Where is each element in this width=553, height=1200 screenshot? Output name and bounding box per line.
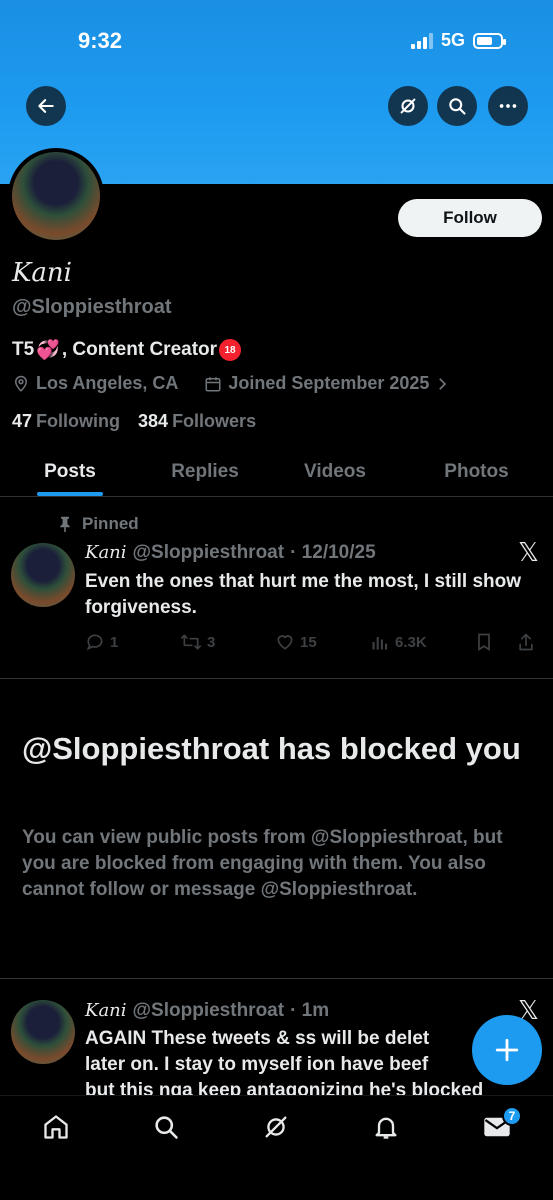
tweet-avatar[interactable] [11,543,75,607]
more-button[interactable] [488,86,528,126]
retweet-button[interactable]: 3 [180,632,275,652]
followers-label[interactable]: Followers [172,411,256,432]
search-icon [449,98,466,115]
tab-videos[interactable]: Videos [270,447,400,496]
grok-icon [265,1116,287,1138]
reply-count: 1 [110,633,119,651]
share-button[interactable] [517,632,535,652]
grok-tab[interactable] [260,1111,292,1143]
bio-prefix: T5 [12,339,35,360]
tweet-text: Even the ones that hurt me the most, I s… [85,571,522,618]
arrow-left-icon [38,99,54,113]
plus-icon [495,1038,519,1062]
profile-bio: T5 💞 , Content Creator 18 [12,338,242,362]
bookmark-button[interactable] [475,632,517,652]
following-count[interactable]: 47 [12,411,32,432]
tweet-avatar[interactable] [11,1000,75,1064]
like-count: 15 [300,633,317,651]
like-button[interactable]: 15 [275,632,370,652]
tweet-author-name[interactable]: Kani [85,542,127,563]
bell-icon [375,1117,397,1139]
search-tab[interactable] [150,1111,182,1143]
tab-posts[interactable]: Posts [0,447,140,496]
view-count: 6.3K [395,633,427,651]
messages-badge: 7 [502,1106,522,1126]
follow-button[interactable]: Follow [398,199,542,237]
tweet-text-line: but this nga keep antagonizing he's bloc… [85,1080,484,1095]
display-name: Kani [12,258,72,288]
divider [0,978,553,979]
more-icon [499,104,517,108]
divider [0,678,553,679]
compose-button[interactable] [472,1015,542,1085]
tweet-header: Kani @Sloppiesthroat · 12/10/25 [85,542,376,564]
tweet-author-handle[interactable]: @Sloppiesthroat [133,542,285,564]
search-button[interactable] [437,86,477,126]
home-icon [44,1115,68,1139]
x-logo-icon: 𝕏 [518,538,539,568]
no-under-18-emoji-icon: 18 [219,339,242,361]
signal-icon [410,32,433,49]
reply-button[interactable]: 1 [85,632,180,652]
share-icon [519,633,533,651]
profile-joined: Joined September 2025 [228,373,430,393]
followers-count[interactable]: 384 [138,411,168,432]
tweet-actions: 1 3 15 6.3K [85,632,545,652]
notifications-tab[interactable] [370,1111,402,1143]
home-tab[interactable] [40,1111,72,1143]
follow-stats: 47 Following 384 Followers [12,411,256,432]
pinned-indicator: Pinned [58,514,139,534]
battery-icon [473,32,506,49]
bio-suffix: , Content Creator [61,339,218,360]
bookmark-icon [478,633,490,652]
profile-avatar[interactable] [8,148,104,244]
blocked-title: @Sloppiesthroat has blocked you [22,731,521,766]
calendar-icon [205,376,221,391]
tab-replies[interactable]: Replies [140,447,270,496]
tweet-header: Kani @Sloppiesthroat · 1m [85,1000,329,1022]
profile-handle: @Sloppiesthroat [12,296,172,318]
hearts-emoji-icon: 💞 [36,340,60,361]
status-time: 9:32 [78,28,123,53]
status-indicators: 5G [410,30,506,51]
pinned-label: Pinned [82,514,139,533]
tweet-date: · 1m [290,1000,330,1021]
blocked-description: You can view public posts from @Sloppies… [22,827,503,900]
tweet-date: · 12/10/25 [290,542,376,563]
chevron-right-icon[interactable] [435,375,449,393]
back-button[interactable] [26,86,66,126]
reply-icon [86,634,103,651]
views-button[interactable]: 6.3K [370,632,475,652]
network-type: 5G [440,30,465,50]
pin-icon [60,516,70,532]
profile-meta: Los Angeles, CA Joined September 2025 [12,373,449,394]
profile-tabs: Posts Replies Videos Photos [0,447,553,497]
tab-photos[interactable]: Photos [400,447,553,496]
heart-icon [277,635,293,650]
tweet-author-handle[interactable]: @Sloppiesthroat [133,1000,285,1022]
grok-button[interactable] [388,86,428,126]
retweet-icon [180,634,201,650]
search-icon [155,1116,178,1139]
grok-icon [400,98,416,114]
following-label[interactable]: Following [36,411,120,432]
location-icon [14,375,28,392]
profile-location: Los Angeles, CA [36,373,179,393]
retweet-count: 3 [207,633,216,651]
views-chart-icon [372,637,388,650]
tweet-author-name[interactable]: Kani [85,1000,127,1021]
